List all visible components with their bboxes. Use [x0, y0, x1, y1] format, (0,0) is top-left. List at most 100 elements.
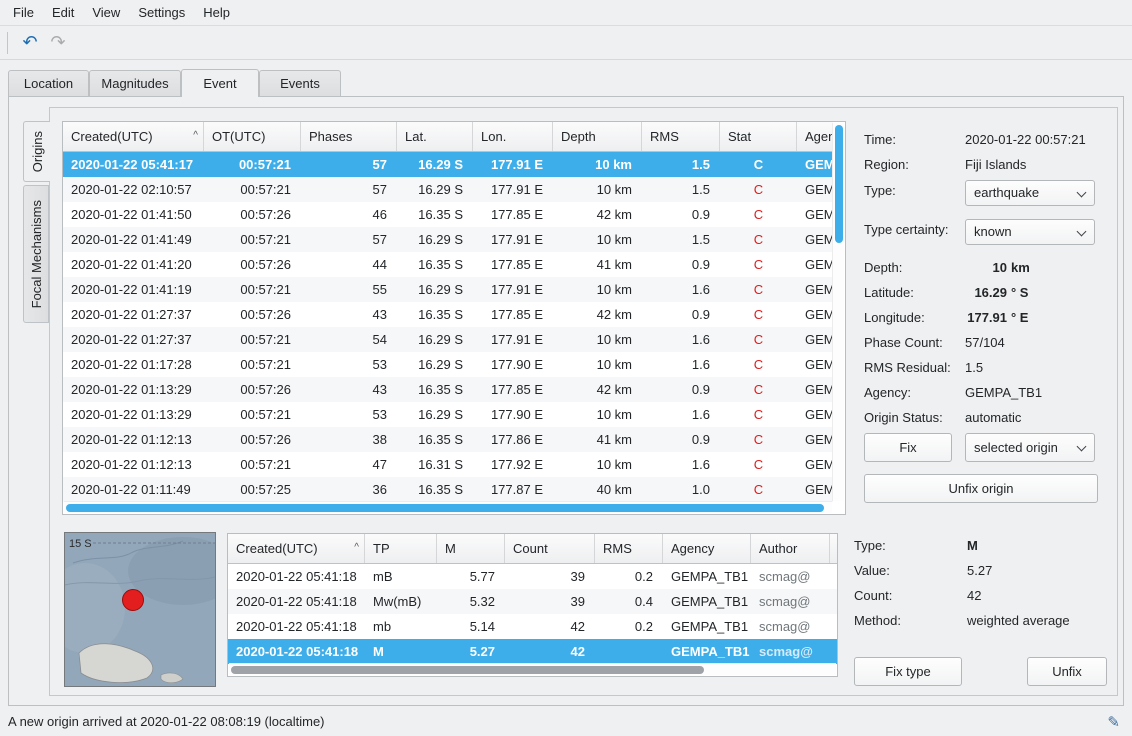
column-header-depth[interactable]: Depth — [553, 122, 642, 151]
column-header-phases[interactable]: Phases — [301, 122, 397, 151]
column-header-createdutc[interactable]: Created(UTC)^ — [63, 122, 204, 151]
cell[interactable]: 10 km — [553, 227, 642, 252]
cell[interactable]: 1.0 — [642, 477, 720, 502]
column-header-m[interactable]: M — [437, 534, 505, 563]
cell[interactable]: 16.35 S — [397, 302, 473, 327]
cell[interactable]: GEMPA_TB1 — [797, 452, 833, 477]
cell[interactable]: C — [720, 452, 797, 477]
cell[interactable]: 16.35 S — [397, 477, 473, 502]
menu-settings[interactable]: Settings — [129, 1, 194, 25]
table-row[interactable]: 2020-01-22 01:11:4900:57:253616.35 S177.… — [63, 477, 833, 502]
table-row[interactable]: 2020-01-22 01:27:3700:57:215416.29 S177.… — [63, 327, 833, 352]
menu-help[interactable]: Help — [194, 1, 239, 25]
cell[interactable]: 41 km — [553, 427, 642, 452]
cell[interactable]: 177.85 E — [473, 377, 553, 402]
cell[interactable]: Mw(mB) — [365, 589, 437, 614]
column-header-author[interactable]: Author — [751, 534, 830, 563]
cell[interactable] — [595, 639, 663, 664]
tab-location[interactable]: Location — [8, 70, 89, 96]
redo-button[interactable]: ↷ — [44, 29, 72, 57]
cell[interactable]: 5.27 — [437, 639, 505, 664]
column-header-count[interactable]: Count — [505, 534, 595, 563]
cell[interactable]: 00:57:26 — [204, 252, 301, 277]
cell[interactable]: 2020-01-22 01:13:29 — [63, 377, 204, 402]
cell[interactable]: 16.29 S — [397, 152, 473, 177]
table-row[interactable]: 2020-01-22 05:41:18mb5.14420.2GEMPA_TB1s… — [228, 614, 837, 639]
cell[interactable]: 00:57:21 — [204, 352, 301, 377]
cell[interactable]: 2020-01-22 01:41:49 — [63, 227, 204, 252]
cell[interactable]: 54 — [301, 327, 397, 352]
column-header-stat[interactable]: Stat — [720, 122, 797, 151]
table-row[interactable]: 2020-01-22 01:41:4900:57:215716.29 S177.… — [63, 227, 833, 252]
cell[interactable]: 44 — [301, 252, 397, 277]
cell[interactable]: 1.5 — [642, 152, 720, 177]
pencil-icon[interactable]: ✎ — [1107, 711, 1120, 735]
cell[interactable]: 57 — [301, 152, 397, 177]
cell[interactable]: 16.29 S — [397, 277, 473, 302]
cell[interactable]: 2020-01-22 01:41:50 — [63, 202, 204, 227]
cell[interactable]: 2020-01-22 01:13:29 — [63, 402, 204, 427]
cell[interactable]: 2020-01-22 05:41:17 — [63, 152, 204, 177]
cell[interactable]: 16.35 S — [397, 377, 473, 402]
cell[interactable]: GEMPA_TB1 — [797, 202, 833, 227]
cell[interactable]: 10 km — [553, 177, 642, 202]
tab-magnitudes[interactable]: Magnitudes — [89, 70, 181, 96]
cell[interactable]: GEMPA_TB1 — [663, 614, 751, 639]
table-row[interactable]: 2020-01-22 01:13:2900:57:264316.35 S177.… — [63, 377, 833, 402]
cell[interactable]: 1.6 — [642, 402, 720, 427]
cell[interactable]: GEMPA_TB1 — [797, 352, 833, 377]
table-row[interactable]: 2020-01-22 01:41:1900:57:215516.29 S177.… — [63, 277, 833, 302]
cell[interactable]: GEMPA_TB1 — [663, 639, 751, 664]
cell[interactable]: 42 km — [553, 377, 642, 402]
table-row[interactable]: 2020-01-22 01:41:5000:57:264616.35 S177.… — [63, 202, 833, 227]
cell[interactable]: 1.5 — [642, 227, 720, 252]
column-header-lat[interactable]: Lat. — [397, 122, 473, 151]
cell[interactable]: scmag@ — [751, 639, 830, 664]
cell[interactable]: 47 — [301, 452, 397, 477]
fix-button[interactable]: Fix — [864, 433, 952, 462]
cell[interactable]: 177.86 E — [473, 427, 553, 452]
cell[interactable]: 16.29 S — [397, 327, 473, 352]
cell[interactable]: 2020-01-22 01:11:49 — [63, 477, 204, 502]
menu-view[interactable]: View — [83, 1, 129, 25]
cell[interactable]: 2020-01-22 01:41:20 — [63, 252, 204, 277]
cell[interactable]: 1.6 — [642, 352, 720, 377]
cell[interactable]: 00:57:26 — [204, 427, 301, 452]
cell[interactable]: 1.6 — [642, 452, 720, 477]
cell[interactable]: 00:57:21 — [204, 402, 301, 427]
cell[interactable]: 2020-01-22 05:41:18 — [228, 614, 365, 639]
cell[interactable]: 53 — [301, 402, 397, 427]
column-header-rms[interactable]: RMS — [595, 534, 663, 563]
column-header-agency[interactable]: Agency — [663, 534, 751, 563]
cell[interactable]: 00:57:26 — [204, 377, 301, 402]
cell[interactable]: 177.87 E — [473, 477, 553, 502]
cell[interactable]: GEMPA_TB1 — [797, 277, 833, 302]
cell[interactable]: 42 km — [553, 302, 642, 327]
cell[interactable]: C — [720, 477, 797, 502]
toolbar-handle[interactable] — [7, 32, 8, 54]
cell[interactable]: C — [720, 352, 797, 377]
cell[interactable]: C — [720, 327, 797, 352]
cell[interactable]: 36 — [301, 477, 397, 502]
cell[interactable]: 177.91 E — [473, 177, 553, 202]
cell[interactable]: M — [365, 639, 437, 664]
certainty-select[interactable]: known — [965, 219, 1095, 245]
cell[interactable]: 1.6 — [642, 277, 720, 302]
table-row[interactable]: 2020-01-22 05:41:1700:57:215716.29 S177.… — [63, 152, 833, 177]
cell[interactable]: 10 km — [553, 352, 642, 377]
cell[interactable]: 0.2 — [595, 614, 663, 639]
cell[interactable]: mb — [365, 614, 437, 639]
table-row[interactable]: 2020-01-22 02:10:5700:57:215716.29 S177.… — [63, 177, 833, 202]
cell[interactable]: 177.91 E — [473, 277, 553, 302]
cell[interactable]: scmag@ — [751, 614, 830, 639]
cell[interactable]: GEMPA_TB1 — [797, 152, 833, 177]
column-header-createdutc[interactable]: Created(UTC)^ — [228, 534, 365, 563]
cell[interactable]: C — [720, 177, 797, 202]
origins-vertical-scrollbar[interactable] — [832, 123, 844, 501]
cell[interactable]: GEMPA_TB1 — [663, 589, 751, 614]
cell[interactable]: mB — [365, 564, 437, 589]
map-preview[interactable]: 15 S — [64, 532, 216, 687]
cell[interactable]: 0.9 — [642, 252, 720, 277]
cell[interactable]: 57 — [301, 177, 397, 202]
column-header-otutc[interactable]: OT(UTC) — [204, 122, 301, 151]
